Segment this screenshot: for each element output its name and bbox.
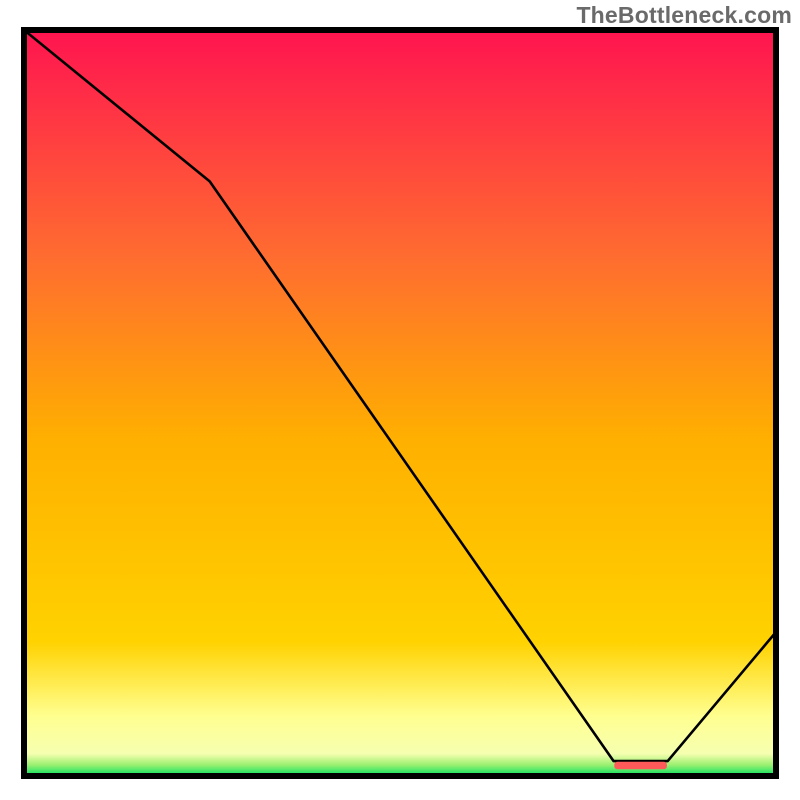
watermark-text: TheBottleneck.com xyxy=(576,2,792,29)
plot-area xyxy=(21,27,779,779)
optimal-range-marker xyxy=(614,762,667,770)
gradient-background xyxy=(24,30,776,776)
chart-stage: TheBottleneck.com xyxy=(0,0,800,800)
bottleneck-chart-svg xyxy=(21,27,779,779)
